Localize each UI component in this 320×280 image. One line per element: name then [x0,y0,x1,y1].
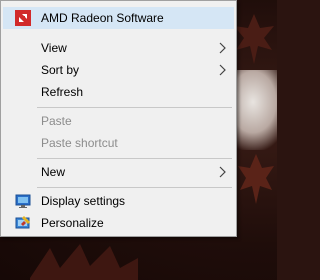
menu-item-paste[interactable]: Paste [3,110,234,132]
menu-item-personalize[interactable]: Personalize [3,212,234,234]
autumn-leaf-decoration [30,244,138,280]
menu-item-new[interactable]: New [3,161,234,183]
menu-item-paste-shortcut[interactable]: Paste shortcut [3,132,234,154]
chevron-right-icon [219,166,226,178]
menu-item-view[interactable]: View [3,37,234,59]
menu-item-label: View [41,41,67,55]
menu-separator [37,187,232,188]
menu-item-refresh[interactable]: Refresh [3,81,234,103]
menu-item-amd-radeon-software[interactable]: AMD Radeon Software [3,7,234,29]
menu-separator [37,158,232,159]
chevron-right-icon [219,42,226,54]
amd-radeon-icon [15,10,31,26]
autumn-leaf-decoration [238,154,274,204]
menu-item-display-settings[interactable]: Display settings [3,190,234,212]
menu-item-label: Paste shortcut [41,136,118,150]
personalize-icon [15,216,30,229]
menu-item-label: Refresh [41,85,84,99]
desktop-context-menu: AMD Radeon Software View Sort by Refresh… [0,0,237,237]
menu-item-label: Sort by [41,63,80,77]
menu-item-label: AMD Radeon Software [41,11,164,25]
menu-item-label: Display settings [41,194,126,208]
menu-separator [37,107,232,108]
menu-item-label: Paste [41,114,72,128]
display-settings-icon [15,194,31,208]
menu-item-label: Personalize [41,216,104,230]
menu-item-sort-by[interactable]: Sort by [3,59,234,81]
chevron-right-icon [219,64,226,76]
menu-item-label: New [41,165,66,179]
autumn-leaf-decoration [234,14,274,64]
